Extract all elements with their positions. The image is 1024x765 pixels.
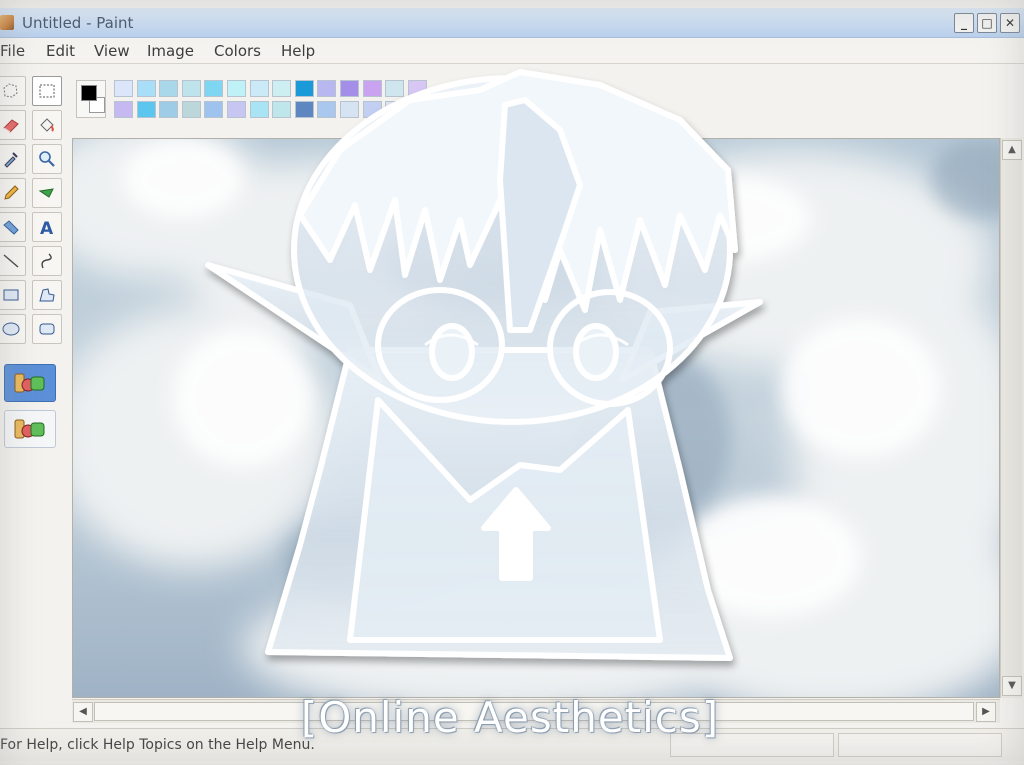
palette-swatch[interactable] (227, 80, 246, 97)
palette-swatch[interactable] (227, 101, 246, 118)
vertical-scrollbar[interactable]: ▲ ▼ (1000, 138, 1022, 698)
minimize-button[interactable]: _ (954, 13, 974, 33)
eraser-icon (3, 119, 19, 133)
palette-swatch[interactable] (407, 80, 427, 97)
toolbox: A (0, 72, 70, 458)
polygon-icon (39, 288, 55, 302)
palette-swatch[interactable] (136, 101, 156, 118)
eraser-tool[interactable] (0, 110, 26, 140)
window-title: Untitled - Paint (22, 14, 134, 32)
palette-swatch[interactable] (294, 80, 314, 97)
palette-swatch[interactable] (272, 101, 292, 118)
paint-window: Untitled - Paint _ □ ✕ File Edit View Im… (0, 0, 1024, 765)
palette-swatch[interactable] (385, 80, 405, 97)
scroll-left-arrow-icon[interactable]: ◀ (73, 702, 93, 722)
palette-swatch[interactable] (362, 80, 382, 97)
select-tool[interactable] (32, 76, 62, 106)
color-box (74, 76, 434, 128)
pencil-tool[interactable] (0, 178, 26, 208)
select-icon (39, 84, 55, 98)
line-icon (3, 254, 19, 268)
palette-swatch[interactable] (181, 101, 201, 118)
palette-swatch[interactable] (159, 80, 179, 97)
menu-image[interactable]: Image (147, 42, 194, 60)
rounded-rectangle-tool[interactable] (32, 314, 62, 344)
palette-swatch[interactable] (340, 80, 359, 97)
menu-edit[interactable]: Edit (46, 42, 75, 60)
svg-text:A: A (40, 219, 54, 237)
fill-with-color-tool[interactable] (32, 110, 62, 140)
text-tool[interactable]: A (32, 212, 62, 242)
title-bar[interactable]: Untitled - Paint _ □ ✕ (0, 8, 1024, 38)
palette-swatch[interactable] (407, 101, 427, 118)
palette-swatch[interactable] (317, 80, 337, 97)
scroll-right-arrow-icon[interactable]: ▶ (976, 702, 996, 722)
airbrush-tool[interactable] (32, 178, 62, 208)
transparent-option[interactable] (4, 364, 56, 402)
opaque-option[interactable] (4, 410, 56, 448)
online-aesthetics-watermark: [Online Aesthetics] (300, 693, 720, 742)
scroll-down-arrow-icon[interactable]: ▼ (1002, 676, 1022, 696)
curve-icon (41, 253, 52, 269)
menu-colors[interactable]: Colors (214, 42, 261, 60)
brush-icon (3, 220, 19, 235)
magnifier-icon (39, 151, 55, 167)
palette-swatch[interactable] (159, 101, 179, 118)
palette-swatch[interactable] (114, 101, 133, 118)
text-icon: A (40, 219, 54, 237)
palette-swatch[interactable] (294, 101, 314, 118)
palette-swatch[interactable] (272, 80, 292, 97)
pencil-icon (4, 185, 19, 200)
fill-with-color-icon (40, 118, 54, 132)
palette-swatch[interactable] (385, 101, 405, 118)
palette-swatch[interactable] (204, 80, 224, 97)
scroll-up-arrow-icon[interactable]: ▲ (1002, 140, 1022, 160)
transparent-option-icon (14, 373, 45, 393)
rectangle-tool[interactable] (0, 280, 26, 310)
rounded-rectangle-icon (39, 323, 55, 335)
palette-swatch[interactable] (136, 80, 156, 97)
menu-bar: File Edit View Image Colors Help (0, 38, 1024, 64)
palette-swatch[interactable] (249, 80, 269, 97)
menu-view[interactable]: View (94, 42, 130, 60)
free-form-select-tool[interactable] (0, 76, 26, 106)
palette-swatch[interactable] (181, 80, 201, 97)
pick-color-icon (4, 152, 18, 168)
drawing-canvas[interactable] (72, 138, 1000, 698)
palette-swatch[interactable] (317, 101, 337, 118)
polygon-tool[interactable] (32, 280, 62, 310)
opaque-option-icon (14, 419, 45, 439)
curve-tool[interactable] (32, 246, 62, 276)
paint-app-icon[interactable] (0, 15, 14, 30)
ellipse-icon (2, 322, 20, 336)
current-colors[interactable] (76, 80, 106, 118)
airbrush-icon (38, 188, 54, 198)
palette-swatch[interactable] (362, 101, 382, 118)
ellipse-tool[interactable] (0, 314, 26, 344)
menu-help[interactable]: Help (281, 42, 315, 60)
brush-tool[interactable] (0, 212, 26, 242)
palette-swatch[interactable] (340, 101, 359, 118)
maximize-button[interactable]: □ (977, 13, 997, 33)
free-form-select-icon (3, 83, 18, 98)
magnifier-tool[interactable] (32, 144, 62, 174)
palette-swatch[interactable] (249, 101, 269, 118)
line-tool[interactable] (0, 246, 26, 276)
status-size-cell (838, 733, 1002, 757)
sky-clouds-image (73, 139, 999, 697)
palette-swatch[interactable] (204, 101, 224, 118)
rectangle-icon (3, 289, 19, 301)
menu-file[interactable]: File (0, 42, 25, 60)
palette-swatch[interactable] (114, 80, 133, 97)
foreground-color-swatch[interactable] (81, 85, 97, 101)
close-button[interactable]: ✕ (1000, 13, 1020, 33)
pick-color-tool[interactable] (0, 144, 26, 174)
